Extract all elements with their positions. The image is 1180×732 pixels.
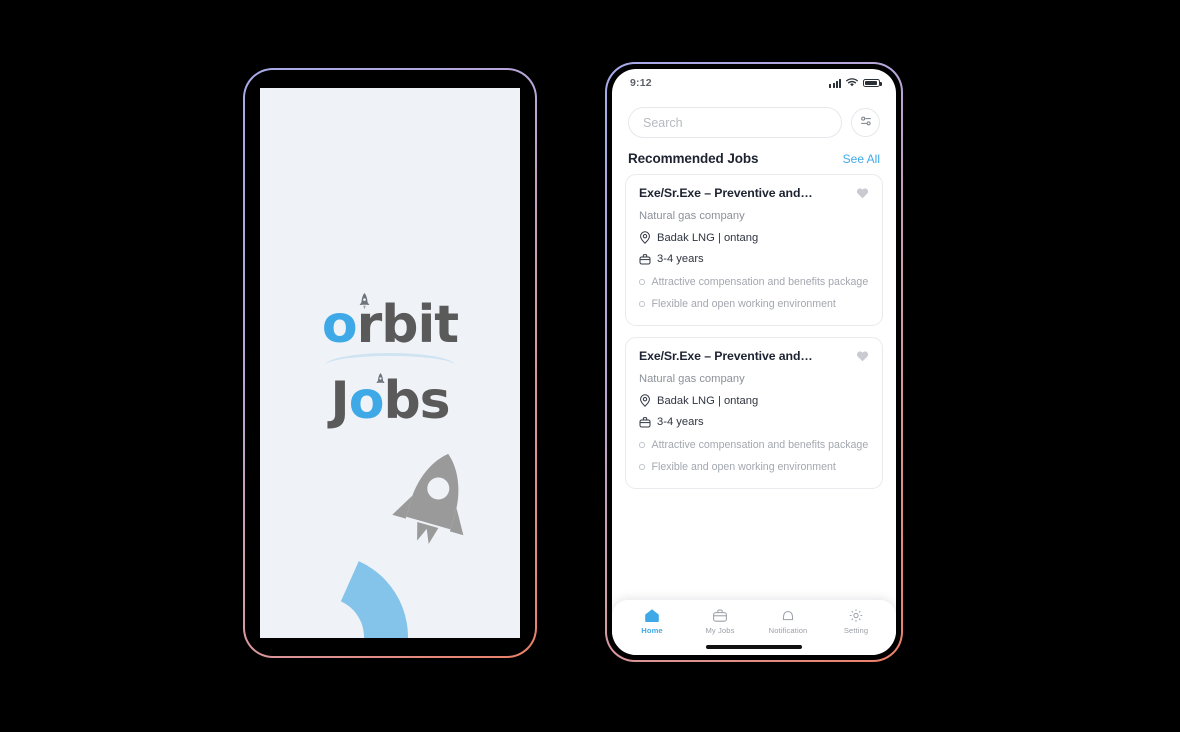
job-experience-row: 3-4 years [639, 253, 869, 265]
cellular-signal-icon [829, 79, 841, 88]
bottom-navigation: Home My Jobs Notification Setting [612, 600, 896, 639]
see-all-link[interactable]: See All [843, 152, 880, 166]
job-location: Badak LNG | ontang [657, 231, 759, 244]
filter-button[interactable] [851, 108, 880, 137]
logo-jobs-o: o [348, 371, 385, 431]
bullet-circle-icon [639, 442, 645, 448]
wifi-icon [845, 74, 859, 92]
job-experience-row: 3-4 years [639, 416, 869, 428]
job-experience: 3-4 years [657, 253, 704, 266]
status-bar: 9:12 [612, 69, 896, 97]
favorite-button[interactable] [856, 349, 869, 362]
gear-icon [848, 608, 864, 623]
job-card-header: Exe/Sr.Exe – Preventive and… [639, 349, 869, 364]
nav-item-my-jobs[interactable]: My Jobs [686, 608, 754, 635]
job-company: Natural gas company [639, 210, 745, 223]
job-card-header: Exe/Sr.Exe – Preventive and… [639, 186, 869, 201]
nav-label-notification: Notification [768, 626, 808, 635]
app-logo: orbit Jobs [260, 293, 520, 427]
job-company: Natural gas company [639, 373, 745, 386]
job-benefits: Attractive compensation and benefits pac… [639, 275, 869, 312]
phone-app-mockup: 9:12 Search Recommended Jobs See All Exe… [605, 62, 903, 662]
job-title: Exe/Sr.Exe – Preventive and… [639, 186, 813, 200]
job-title: Exe/Sr.Exe – Preventive and… [639, 349, 813, 364]
briefcase-icon [639, 416, 651, 428]
briefcase-icon [712, 608, 728, 623]
section-title: Recommended Jobs [628, 151, 759, 166]
benefit-text: Attractive compensation and benefits pac… [651, 276, 869, 289]
logo-jobs-text: Jobs [330, 373, 451, 427]
benefit-text: Flexible and open working environment [651, 298, 836, 311]
bullet-circle-icon [639, 301, 645, 307]
job-experience: 3-4 years [657, 416, 704, 429]
battery-icon [863, 78, 882, 88]
heart-icon [856, 349, 869, 366]
job-card[interactable]: Exe/Sr.Exe – Preventive and… Natural gas… [625, 337, 883, 490]
briefcase-icon [639, 253, 651, 265]
phone-app-bezel: 9:12 Search Recommended Jobs See All Exe… [607, 64, 901, 660]
splash-screen: orbit Jobs [260, 88, 520, 638]
section-header: Recommended Jobs See All [612, 138, 896, 174]
job-location-row: Badak LNG | ontang [639, 394, 869, 408]
phone-splash-bezel: orbit Jobs [245, 70, 535, 656]
search-row [612, 97, 896, 138]
benefit-text: Flexible and open working environment [651, 461, 836, 474]
screenshot-canvas: orbit Jobs 9:12 Search Recommended Jobs … [0, 0, 1180, 732]
favorite-button[interactable] [856, 186, 869, 199]
planet-arc-illustration [260, 544, 418, 638]
nav-item-home[interactable]: Home [618, 608, 686, 635]
logo-jobs-j: J [330, 371, 349, 431]
bullet-circle-icon [639, 279, 645, 285]
app-screen: 9:12 Search Recommended Jobs See All Exe… [612, 69, 896, 655]
search-input[interactable] [628, 107, 842, 138]
home-indicator [612, 639, 896, 655]
logo-orbit-text: orbit [322, 293, 459, 351]
benefit-item: Attractive compensation and benefits pac… [639, 438, 869, 453]
benefit-item: Flexible and open working environment [639, 297, 869, 312]
job-benefits: Attractive compensation and benefits pac… [639, 438, 869, 475]
job-list[interactable]: Exe/Sr.Exe – Preventive and… Natural gas… [612, 174, 896, 600]
logo-swoosh [325, 353, 455, 369]
benefit-item: Flexible and open working environment [639, 460, 869, 475]
benefit-item: Attractive compensation and benefits pac… [639, 275, 869, 290]
bell-icon [780, 608, 796, 623]
location-pin-icon [639, 394, 651, 408]
job-location: Badak LNG | ontang [657, 394, 759, 407]
nav-item-notification[interactable]: Notification [754, 608, 822, 635]
status-icons [829, 74, 882, 92]
logo-jobs-rest: bs [383, 371, 450, 431]
bullet-circle-icon [639, 464, 645, 470]
nav-label-home: Home [641, 626, 663, 635]
home-icon [644, 608, 660, 623]
filter-sliders-icon [859, 114, 873, 131]
rocket-illustration [384, 441, 487, 559]
logo-orbit-o: o [321, 295, 358, 355]
phone-splash-mockup: orbit Jobs [243, 68, 537, 658]
status-time: 9:12 [630, 77, 652, 89]
nav-item-setting[interactable]: Setting [822, 608, 890, 635]
logo-orbit-rest: rbit [356, 295, 460, 355]
job-card[interactable]: Exe/Sr.Exe – Preventive and… Natural gas… [625, 174, 883, 327]
benefit-text: Attractive compensation and benefits pac… [651, 439, 869, 452]
location-pin-icon [639, 231, 651, 245]
job-location-row: Badak LNG | ontang [639, 231, 869, 245]
nav-label-my-jobs: My Jobs [705, 626, 735, 635]
heart-icon [856, 186, 869, 203]
nav-label-setting: Setting [843, 626, 869, 635]
